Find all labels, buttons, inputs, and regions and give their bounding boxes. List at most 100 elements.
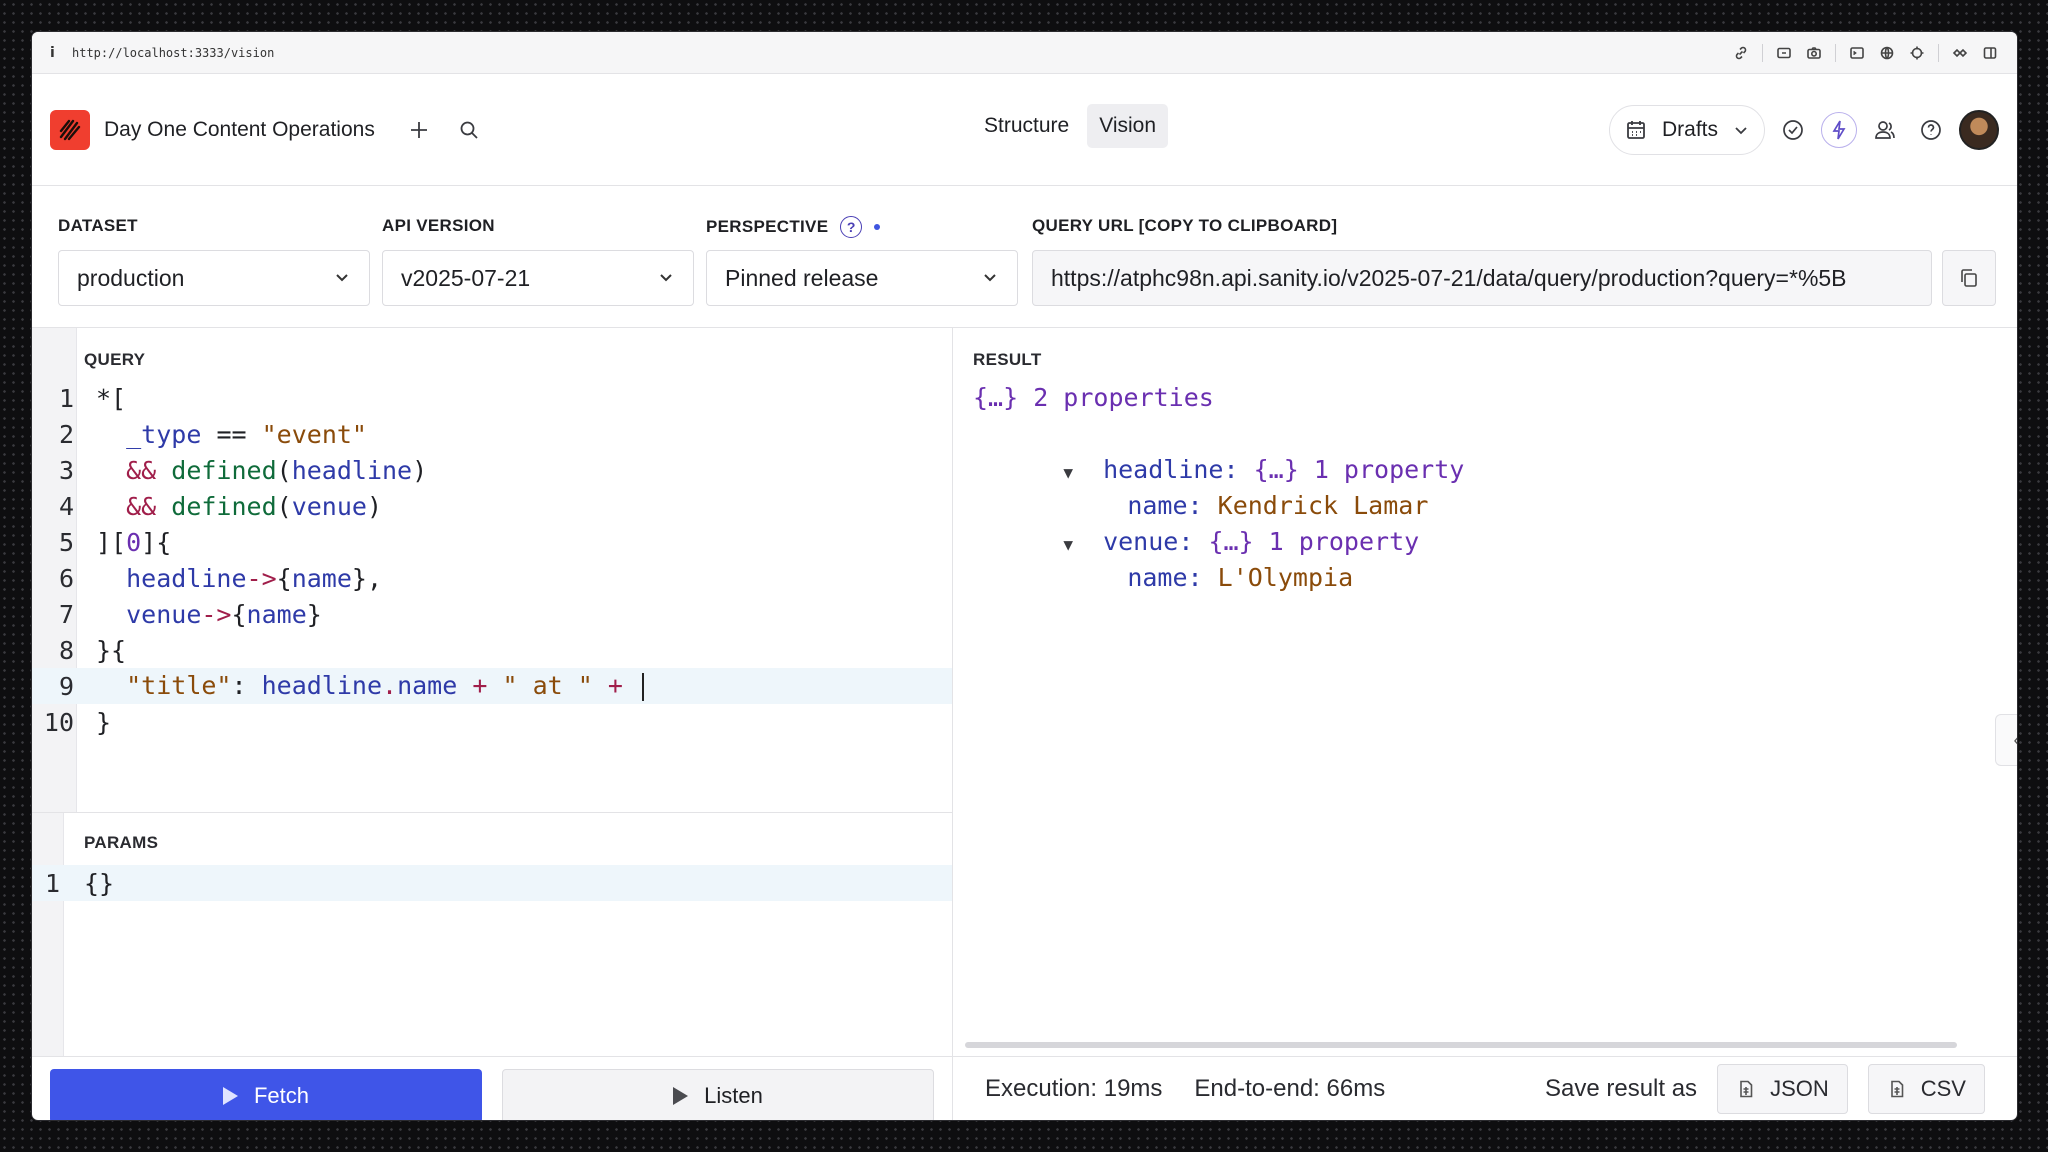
line-number: 8	[58, 635, 74, 665]
perspective-value: Pinned release	[725, 264, 879, 291]
line-number: 3	[58, 455, 74, 485]
result-summary[interactable]: {…} 2 properties	[973, 380, 1214, 416]
sidebar-toggle-icon[interactable]	[1981, 44, 1999, 62]
line-number: 4	[58, 491, 74, 521]
address-bar[interactable]: http://localhost:3333/vision	[72, 46, 274, 60]
screenshot-icon[interactable]	[1775, 44, 1793, 62]
code-line: 7 venue->{name}	[32, 596, 952, 632]
save-csv-button[interactable]: CSV	[1867, 1063, 1985, 1114]
perspective-select[interactable]: Pinned release	[706, 250, 1018, 306]
execution-time: Execution: 19ms	[985, 1074, 1163, 1102]
status-dot	[874, 224, 881, 230]
line-number: 10	[43, 707, 74, 737]
presence-icon[interactable]	[1867, 112, 1903, 148]
result-label: RESULT	[973, 350, 1042, 369]
listen-button[interactable]: Listen	[502, 1069, 934, 1120]
horizontal-scrollbar[interactable]	[965, 1042, 1957, 1048]
code-line: 2 _type == "event"	[32, 416, 952, 452]
link-icon[interactable]	[1732, 44, 1750, 62]
text-cursor	[641, 673, 644, 701]
params-label: PARAMS	[84, 833, 159, 852]
save-json-button[interactable]: JSON	[1717, 1063, 1848, 1114]
chevron-down-icon	[333, 265, 351, 292]
code-text: }	[96, 707, 112, 737]
perspective-help-icon[interactable]: ?	[840, 216, 863, 238]
sanity-logo[interactable]	[50, 109, 90, 150]
copy-url-button[interactable]	[1942, 250, 1996, 306]
avatar[interactable]	[1959, 109, 1999, 150]
code-text: _type == "event"	[126, 419, 367, 449]
api-version-label: API VERSION	[382, 216, 495, 235]
search-icon[interactable]	[451, 112, 487, 148]
result-footer: Execution: 19ms End-to-end: 66ms Save re…	[953, 1056, 2017, 1120]
code-line: 4 && defined(venue)	[32, 488, 952, 524]
tab-vision[interactable]: Vision	[1087, 104, 1169, 148]
code-text: *[	[96, 383, 127, 413]
line-number: 5	[58, 527, 74, 557]
perspective-menu[interactable]: Drafts	[1608, 104, 1765, 155]
perspective-label-group: PERSPECTIVE ?	[706, 216, 881, 238]
copy-icon	[1961, 269, 1977, 287]
fetch-button[interactable]: Fetch	[50, 1069, 482, 1120]
result-row-venue-name: name: L'Olympia	[1127, 563, 1354, 592]
result-pane: RESULT {…} 2 properties ▼ headline: {…} …	[953, 328, 2017, 1120]
line-number: 1	[44, 868, 60, 898]
divider	[1762, 43, 1763, 62]
dataset-value: production	[77, 264, 185, 291]
query-label: QUERY	[84, 350, 146, 369]
code-line: 8 }{	[32, 632, 952, 668]
perspective-label: PERSPECTIVE	[706, 217, 829, 236]
params-gutter	[32, 813, 64, 1057]
line-number: 7	[58, 599, 74, 629]
code-line: 5 ][0]{	[32, 524, 952, 560]
code-text: && defined(venue)	[126, 491, 383, 521]
code-text: && defined(headline)	[126, 455, 428, 485]
perspective-menu-label: Drafts	[1661, 117, 1718, 141]
dataset-select[interactable]: production	[58, 250, 370, 306]
code-text: ][0]{	[96, 527, 172, 557]
browser-bar: i http://localhost:3333/vision	[32, 32, 2017, 74]
divider	[1938, 43, 1939, 62]
site-info-icon[interactable]: i	[50, 45, 72, 61]
play-icon	[222, 1087, 238, 1105]
query-url-value: https://atphc98n.api.sanity.io/v2025-07-…	[1051, 264, 1847, 291]
add-icon[interactable]	[401, 112, 437, 148]
divider	[1835, 43, 1836, 62]
save-result-label: Save result as	[1544, 1074, 1698, 1102]
params-editor[interactable]: 1 {}	[32, 865, 952, 901]
chevron-down-icon	[657, 265, 675, 292]
params-text: {}	[84, 868, 115, 898]
workspace-title[interactable]: Day One Content Operations	[104, 118, 375, 142]
code-line: 1 *[	[32, 380, 952, 416]
collapse-panel-button[interactable]: ‹	[1995, 714, 2017, 766]
fetch-label: Fetch	[253, 1083, 310, 1108]
crosshair-icon[interactable]	[1908, 44, 1926, 62]
tab-structure[interactable]: Structure	[972, 104, 1081, 148]
query-url-field[interactable]: https://atphc98n.api.sanity.io/v2025-07-…	[1032, 250, 1932, 306]
play-icon	[673, 1087, 689, 1105]
chevron-left-icon: ‹	[2014, 730, 2018, 751]
chevron-down-icon	[1735, 126, 1747, 134]
camera-icon[interactable]	[1805, 44, 1823, 62]
result-key: name	[1127, 563, 1188, 592]
tasks-icon[interactable]	[1775, 112, 1811, 148]
file-icon	[1740, 1080, 1753, 1097]
extensions-icon[interactable]	[1951, 44, 1969, 62]
api-version-select[interactable]: v2025-07-21	[382, 250, 694, 306]
listen-label: Listen	[704, 1083, 763, 1108]
app-window: i http://localhost:3333/vision Day One C…	[32, 32, 2017, 1120]
api-version-value: v2025-07-21	[401, 264, 531, 291]
line-number: 6	[58, 563, 74, 593]
params-pane: PARAMS 1 {}	[32, 812, 952, 1057]
main-nav: Structure Vision	[972, 104, 1169, 148]
chevron-down-icon	[981, 265, 999, 292]
terminal-icon[interactable]	[1848, 44, 1866, 62]
end-to-end-time: End-to-end: 66ms	[1194, 1074, 1386, 1102]
code-text: headline->{name},	[126, 563, 383, 593]
result-value: L'Olympia	[1217, 563, 1354, 592]
lightning-icon[interactable]	[1821, 111, 1857, 148]
calendar-icon	[1627, 120, 1645, 139]
help-icon[interactable]	[1913, 112, 1949, 148]
code-text: }{	[96, 635, 127, 665]
globe-icon[interactable]	[1878, 44, 1896, 62]
